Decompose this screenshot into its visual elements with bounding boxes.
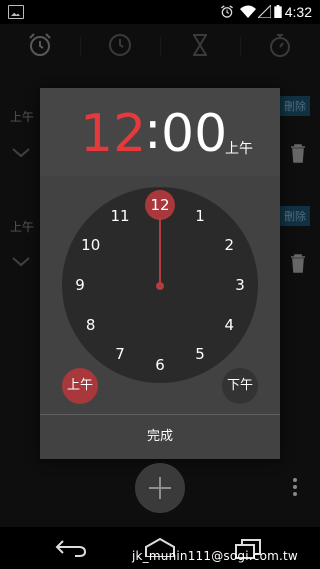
time-picker-dialog: 12 : 00 上午 12 1 2 3 4 5 6 7 8 9 10 11 上午 下午 完成 (40, 88, 280, 459)
clock-number-5[interactable]: 5 (186, 340, 214, 368)
back-icon[interactable] (55, 539, 87, 557)
battery-icon (274, 5, 282, 18)
alarm-status-icon (221, 5, 233, 18)
clock-center-dot (156, 282, 164, 290)
clock-number-1[interactable]: 1 (186, 202, 214, 230)
time-picker-header: 12 : 00 上午 (40, 88, 280, 176)
wifi-icon (240, 5, 256, 18)
clock-number-11[interactable]: 11 (106, 202, 134, 230)
clock-number-9[interactable]: 9 (66, 271, 94, 299)
image-notification-icon (8, 5, 24, 19)
signal-icon (258, 5, 271, 18)
clock-number-8[interactable]: 8 (77, 311, 105, 339)
hour-display[interactable]: 12 (80, 104, 146, 164)
clock-number-7[interactable]: 7 (106, 340, 134, 368)
add-alarm-button[interactable] (135, 463, 185, 513)
clock-face[interactable]: 12 1 2 3 4 5 6 7 8 9 10 11 (62, 187, 258, 383)
minute-display[interactable]: 00 (161, 104, 227, 164)
done-button[interactable]: 完成 (40, 415, 280, 459)
overflow-menu-icon[interactable] (293, 478, 297, 496)
clock-number-3[interactable]: 3 (226, 271, 254, 299)
clock-number-2[interactable]: 2 (215, 231, 243, 259)
status-bar: 4:32 (0, 0, 320, 24)
watermark-text: jk_munin111@sogi.com.tw (132, 549, 298, 563)
clock-hand (159, 217, 161, 285)
clock-number-6[interactable]: 6 (146, 351, 174, 379)
status-time: 4:32 (284, 4, 312, 20)
clock-number-12[interactable]: 12 (146, 191, 174, 219)
am-button[interactable]: 上午 (62, 368, 98, 404)
pm-button[interactable]: 下午 (222, 368, 258, 404)
ampm-display[interactable]: 上午 (225, 138, 253, 158)
clock-number-4[interactable]: 4 (215, 311, 243, 339)
time-separator: : (144, 101, 162, 161)
clock-number-10[interactable]: 10 (77, 231, 105, 259)
